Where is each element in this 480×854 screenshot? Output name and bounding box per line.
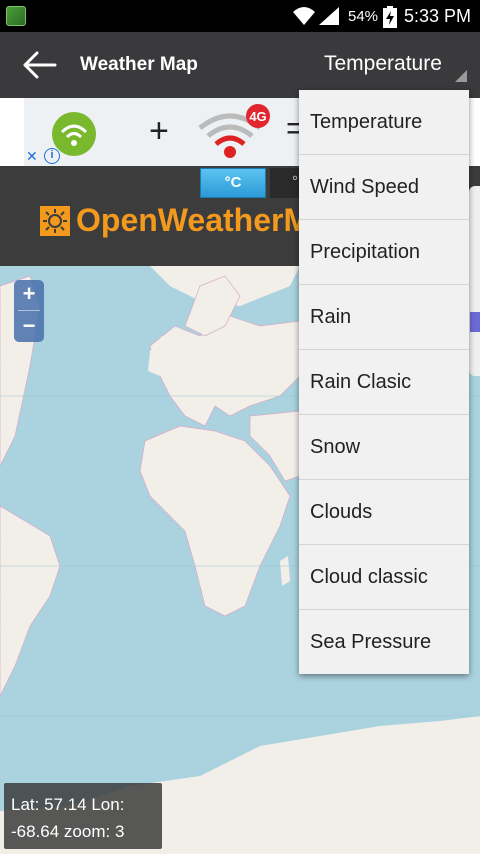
owm-logo-text: OpenWeatherMap [76,202,300,238]
battery-charging-icon [383,6,397,28]
zoom-in-button[interactable]: + [14,280,44,310]
menu-item-rain-clasic[interactable]: Rain Clasic [299,350,469,415]
unit-celsius-button[interactable]: °C [200,168,266,198]
ad-content[interactable]: + 4G = [24,98,305,166]
layer-spinner[interactable]: Temperature [324,52,442,76]
side-panel-edge[interactable] [469,186,480,376]
page-title: Weather Map [80,54,198,75]
status-bar: 54% 5:33 PM [0,0,480,32]
menu-item-sea-pressure[interactable]: Sea Pressure [299,610,469,675]
side-panel-marker [470,312,480,332]
router-4g-icon: 4G [198,104,270,158]
app-notification-icon [6,6,26,26]
menu-item-precipitation[interactable]: Precipitation [299,220,469,285]
coords-line-2: -68.64 zoom: 3 [11,822,125,841]
ad-info-icon[interactable]: i [44,148,60,164]
menu-item-clouds[interactable]: Clouds [299,480,469,545]
wifi-icon [293,7,315,25]
zoom-out-button[interactable]: − [14,312,44,342]
menu-item-wind-speed[interactable]: Wind Speed [299,155,469,220]
menu-item-cloud-classic[interactable]: Cloud classic [299,545,469,610]
owm-sun-logo-icon [40,206,70,236]
ad-close-icon[interactable]: ✕ [26,148,40,164]
battery-percent: 54% [348,8,379,25]
wifi-ad-icon [52,112,96,156]
coords-line-1: Lat: 57.14 Lon: [11,795,125,814]
router-badge: 4G [249,109,266,124]
menu-item-snow[interactable]: Snow [299,415,469,480]
app-toolbar: Weather Map Temperature [0,32,480,98]
zoom-control: + − [14,280,44,342]
ad-plus-sign: + [149,112,169,150]
back-arrow-icon[interactable] [22,50,58,80]
menu-item-rain[interactable]: Rain [299,285,469,350]
signal-icon [319,7,339,25]
menu-item-temperature[interactable]: Temperature [299,90,469,155]
zoom-divider [18,310,40,311]
clock: 5:33 PM [404,6,472,26]
layer-dropdown-menu: Temperature Wind Speed Precipitation Rai… [299,90,469,674]
coordinates-readout: Lat: 57.14 Lon: -68.64 zoom: 3 [4,783,162,849]
spinner-arrow-icon [455,70,467,82]
